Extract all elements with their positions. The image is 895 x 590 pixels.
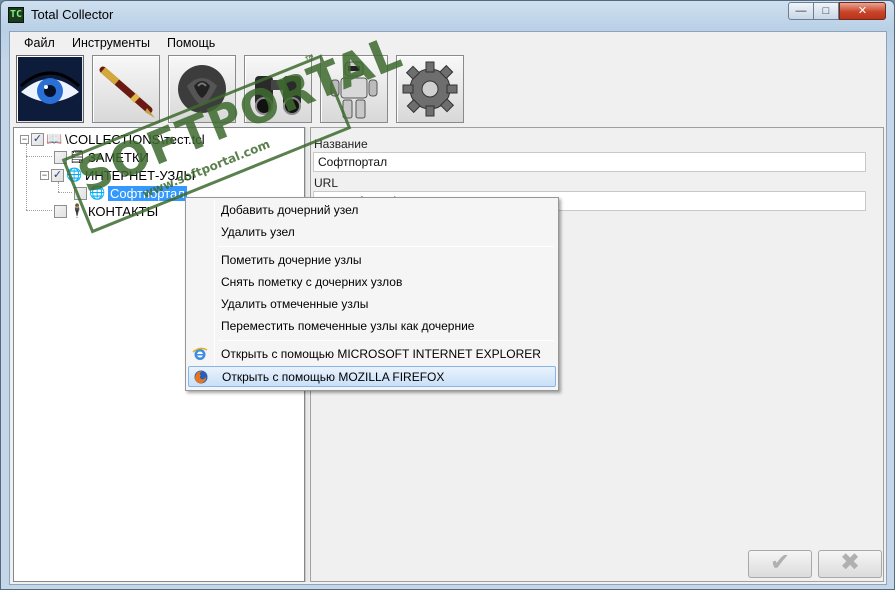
root-checkbox[interactable]: ✓: [31, 132, 44, 146]
menu-unmark-children[interactable]: Снять пометку с дочерних узлов: [188, 272, 556, 293]
menu-move-marked[interactable]: Переместить помеченные узлы как дочерние: [188, 316, 556, 337]
title-bar[interactable]: TC Total Collector — □ ✕: [1, 1, 894, 29]
tree-node-softportal[interactable]: 🌐 Софтпортал: [74, 184, 187, 202]
pen-icon: [99, 66, 155, 118]
tree-line: [26, 210, 52, 211]
tree-line: [26, 156, 52, 157]
collapse-toggle[interactable]: −: [40, 170, 49, 180]
collection-icon: 📖: [46, 131, 63, 146]
tree-node-label: Софтпортал: [108, 185, 187, 201]
tree-root-label: \COLLECTIONS\тест.tcl: [65, 131, 205, 147]
tree-node-contacts[interactable]: 🕴 КОНТАКТЫ: [54, 202, 158, 220]
menu-item-label: Удалить отмеченные узлы: [221, 297, 369, 311]
menu-separator: [218, 246, 554, 247]
globe-icon: 🌐: [66, 167, 83, 182]
toolbar: [10, 54, 886, 126]
menu-tools[interactable]: Инструменты: [72, 36, 150, 50]
menu-separator: [218, 340, 554, 341]
eye-button[interactable]: [16, 55, 84, 123]
cancel-button[interactable]: ✖: [818, 550, 882, 578]
tree-node-label: КОНТАКТЫ: [88, 203, 159, 219]
binoculars-icon: [255, 76, 301, 115]
name-field[interactable]: Софтпортал: [313, 152, 866, 172]
menu-open-ie[interactable]: Открыть с помощью MICROSOFT INTERNET EXP…: [188, 344, 556, 365]
tree-node-notes[interactable]: 🗒 ЗАМЕТКИ: [54, 148, 149, 166]
ok-button[interactable]: ✔: [748, 550, 812, 578]
menu-delete-node[interactable]: Удалить узел: [188, 222, 556, 243]
menu-help[interactable]: Помощь: [167, 36, 215, 50]
notes-checkbox[interactable]: [54, 150, 67, 164]
robot-button[interactable]: [320, 55, 388, 123]
menu-item-label: Добавить дочерний узел: [221, 203, 359, 217]
menu-delete-marked[interactable]: Удалить отмеченные узлы: [188, 294, 556, 315]
gear-icon: [402, 61, 458, 117]
internet-checkbox[interactable]: ✓: [51, 168, 64, 182]
menu-file[interactable]: Файл: [24, 36, 55, 50]
robot-icon: [330, 61, 378, 119]
menu-item-label: Снять пометку с дочерних узлов: [221, 275, 403, 289]
url-label: URL: [314, 176, 339, 190]
window-title: Total Collector: [31, 7, 114, 22]
context-menu: Добавить дочерний узел Удалить узел Поме…: [185, 197, 559, 391]
menu-add-child[interactable]: Добавить дочерний узел: [188, 200, 556, 221]
menu-item-label: Пометить дочерние узлы: [221, 253, 362, 267]
collapse-toggle[interactable]: −: [20, 134, 29, 144]
rose-button[interactable]: [168, 55, 236, 123]
internet-explorer-icon: [192, 347, 208, 360]
tree-node-label: ИНТЕРНЕТ-УЗЛЫ: [85, 167, 196, 183]
menu-item-label: Удалить узел: [221, 225, 295, 239]
menu-mark-children[interactable]: Пометить дочерние узлы: [188, 250, 556, 271]
pen-button[interactable]: [92, 55, 160, 123]
tree-line: [26, 144, 27, 210]
eye-icon: [18, 57, 82, 121]
menu-item-label: Открыть с помощью MOZILLA FIREFOX: [222, 370, 445, 384]
minimize-button[interactable]: —: [788, 2, 814, 20]
app-icon: TC: [8, 7, 24, 23]
tree-root[interactable]: − ✓ 📖 \COLLECTIONS\тест.tcl: [20, 130, 205, 148]
close-button[interactable]: ✕: [839, 2, 886, 20]
softportal-checkbox[interactable]: [74, 186, 87, 200]
gear-button[interactable]: [396, 55, 464, 123]
menu-bar: Файл Инструменты Помощь: [10, 32, 886, 54]
binoculars-button[interactable]: [244, 55, 312, 123]
rose-icon: [178, 65, 226, 113]
menu-item-label: Открыть с помощью MICROSOFT INTERNET EXP…: [221, 347, 541, 361]
tree-node-internet[interactable]: − ✓ 🌐 ИНТЕРНЕТ-УЗЛЫ: [40, 166, 195, 184]
menu-open-firefox[interactable]: Открыть с помощью MOZILLA FIREFOX: [188, 366, 556, 387]
firefox-icon: [194, 370, 208, 384]
menu-item-label: Переместить помеченные узлы как дочерние: [221, 319, 475, 333]
name-label: Название: [314, 137, 368, 151]
globe-icon: 🌐: [89, 185, 106, 200]
tree-line: [58, 192, 72, 193]
maximize-button[interactable]: □: [813, 2, 839, 20]
contact-icon: 🕴: [69, 203, 86, 218]
contacts-checkbox[interactable]: [54, 204, 67, 218]
notes-icon: 🗒: [69, 149, 86, 164]
tree-node-label: ЗАМЕТКИ: [88, 149, 149, 165]
